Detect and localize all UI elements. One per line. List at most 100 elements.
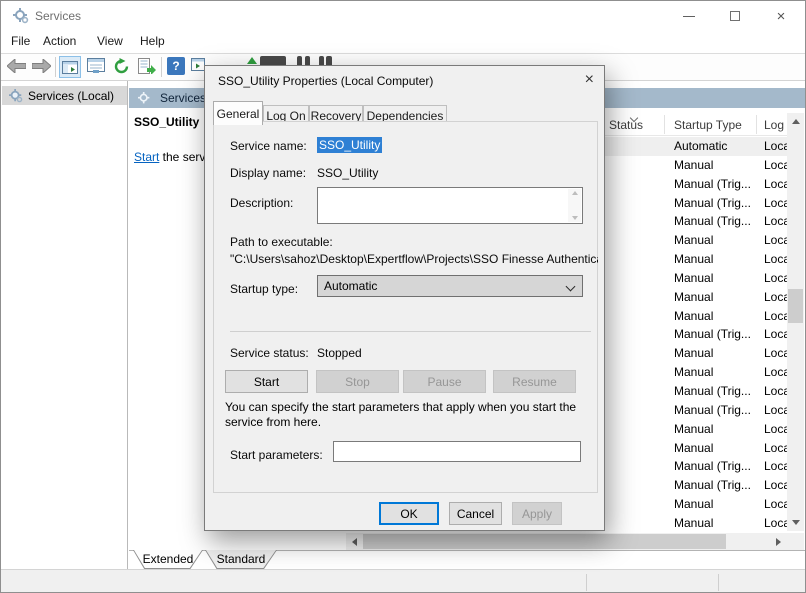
cell-startup-type: Manual <box>674 441 713 455</box>
close-icon: × <box>777 9 786 24</box>
textarea-scrollbar[interactable] <box>568 189 581 222</box>
extended-view-button[interactable] <box>191 58 205 71</box>
minimize-button[interactable] <box>666 1 712 31</box>
menu-help[interactable]: Help <box>140 34 165 48</box>
cell-log-on-as: Loca <box>764 290 787 304</box>
cell-startup-type: Manual <box>674 158 713 172</box>
export-list-button[interactable] <box>138 58 156 74</box>
sidebar-item-services-local[interactable]: Services (Local) <box>2 86 127 105</box>
pause-button[interactable]: Pause <box>403 370 486 393</box>
chevron-down-icon <box>566 282 576 292</box>
cell-log-on-as: Loca <box>764 516 787 530</box>
cell-log-on-as: Loca <box>764 233 787 247</box>
scroll-up-button[interactable] <box>787 113 804 130</box>
maximize-icon <box>730 11 740 21</box>
cell-startup-type: Manual <box>674 290 713 304</box>
ok-button[interactable]: OK <box>379 502 439 525</box>
cell-startup-type: Manual (Trig... <box>674 177 751 191</box>
scroll-right-button[interactable] <box>770 533 787 550</box>
chevron-down-icon <box>572 216 578 220</box>
scrollbar-corner <box>787 533 804 550</box>
statusbar-divider <box>718 574 719 591</box>
startup-type-select[interactable]: Automatic <box>317 275 583 297</box>
cell-log-on-as: Loca <box>764 158 787 172</box>
stop-service-icon[interactable] <box>260 56 286 65</box>
menu-file[interactable]: File <box>11 34 30 48</box>
statusbar-divider <box>586 574 587 591</box>
horizontal-scrollbar[interactable] <box>346 533 787 550</box>
cell-log-on-as: Loca <box>764 271 787 285</box>
restart-service-icon[interactable] <box>326 56 332 65</box>
tab-extended[interactable]: Extended <box>133 550 203 569</box>
help-button[interactable]: ? <box>167 57 185 75</box>
cell-log-on-as: Loca <box>764 139 787 153</box>
cell-startup-type: Manual <box>674 252 713 266</box>
toolbar-separator <box>55 57 56 77</box>
cell-log-on-as: Loca <box>764 497 787 511</box>
start-service-icon[interactable] <box>247 57 257 64</box>
cell-startup-type: Manual (Trig... <box>674 459 751 473</box>
cell-log-on-as: Loca <box>764 365 787 379</box>
cell-log-on-as: Loca <box>764 214 787 228</box>
menu-action[interactable]: Action <box>43 34 76 48</box>
description-field[interactable] <box>317 187 583 224</box>
resume-button[interactable]: Resume <box>493 370 576 393</box>
pause-service-icon[interactable] <box>297 56 302 65</box>
refresh-button[interactable] <box>113 58 130 75</box>
column-header-log-on-as[interactable]: Log <box>764 118 784 132</box>
back-button[interactable] <box>7 59 26 73</box>
cell-startup-type: Manual <box>674 346 713 360</box>
restart-service-icon[interactable] <box>319 56 324 65</box>
forward-button[interactable] <box>32 59 51 73</box>
banner-title: Services <box>160 91 206 105</box>
vertical-scrollbar[interactable] <box>787 113 804 531</box>
close-button[interactable]: × <box>758 1 804 31</box>
scroll-down-button[interactable] <box>787 514 804 531</box>
maximize-button[interactable] <box>712 1 758 31</box>
service-name-label: Service name: <box>230 139 307 153</box>
description-label: Description: <box>230 196 293 210</box>
chevron-up-icon <box>792 119 800 124</box>
services-gear-icon <box>9 89 23 103</box>
horizontal-scrollbar-thumb[interactable] <box>363 534 726 549</box>
start-service-link[interactable]: Start <box>134 150 159 164</box>
tab-general[interactable]: General <box>213 101 263 125</box>
title-bar: Services × <box>1 1 805 31</box>
cell-log-on-as: Loca <box>764 346 787 360</box>
service-status-value: Stopped <box>317 346 362 360</box>
start-parameters-label: Start parameters: <box>230 448 323 462</box>
show-console-tree-button[interactable] <box>59 56 81 78</box>
properties-button[interactable] <box>87 58 105 74</box>
banner-gear-icon <box>138 92 151 105</box>
cell-startup-type: Manual <box>674 422 713 436</box>
general-tab-page: Service name: SSO_Utility Display name: … <box>213 121 598 493</box>
cell-startup-type: Manual <box>674 233 713 247</box>
cell-log-on-as: Loca <box>764 177 787 191</box>
display-name-value: SSO_Utility <box>317 166 378 180</box>
column-separator[interactable] <box>756 115 757 134</box>
column-header-status[interactable]: Status <box>609 118 643 132</box>
menu-view[interactable]: View <box>97 34 123 48</box>
start-parameters-input[interactable] <box>333 441 581 462</box>
scroll-left-button[interactable] <box>346 533 363 550</box>
column-header-startup-type[interactable]: Startup Type <box>674 118 742 132</box>
cell-log-on-as: Loca <box>764 441 787 455</box>
services-window: Services × File Action View Help ? <box>0 0 806 593</box>
cancel-button[interactable]: Cancel <box>449 502 502 525</box>
status-bar <box>1 569 805 593</box>
display-name-label: Display name: <box>230 166 306 180</box>
cell-startup-type: Manual (Trig... <box>674 214 751 228</box>
cell-startup-type: Manual <box>674 497 713 511</box>
cell-startup-type: Manual (Trig... <box>674 384 751 398</box>
stop-button[interactable]: Stop <box>316 370 399 393</box>
dialog-close-button[interactable]: × <box>585 71 594 89</box>
pause-service-icon[interactable] <box>305 56 310 65</box>
cell-startup-type: Manual <box>674 309 713 323</box>
start-button[interactable]: Start <box>225 370 308 393</box>
tab-standard[interactable]: Standard <box>205 550 277 569</box>
column-separator[interactable] <box>664 115 665 134</box>
cell-startup-type: Manual <box>674 271 713 285</box>
apply-button[interactable]: Apply <box>512 502 562 525</box>
chevron-left-icon <box>352 538 357 546</box>
vertical-scrollbar-thumb[interactable] <box>788 289 803 323</box>
